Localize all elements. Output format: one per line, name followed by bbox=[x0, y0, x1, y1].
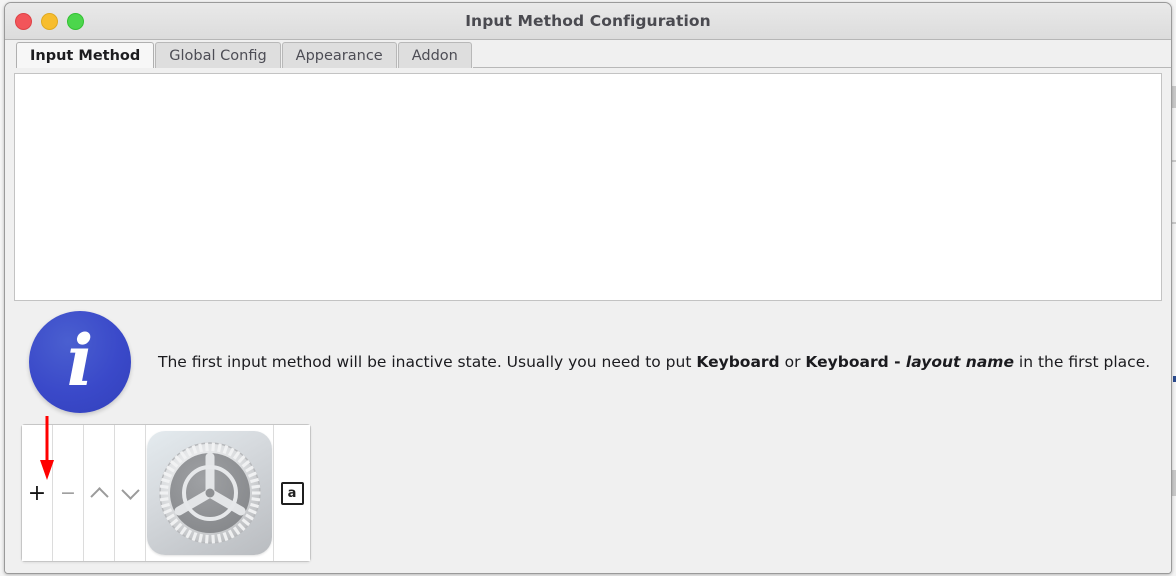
tab-addon[interactable]: Addon bbox=[397, 42, 472, 68]
title-bar[interactable]: Input Method Configuration bbox=[5, 3, 1171, 40]
toolbar-wrapper: + − a bbox=[15, 416, 1165, 564]
configure-button[interactable] bbox=[146, 425, 274, 561]
hint-text-part3: in the first place. bbox=[1013, 353, 1151, 372]
hint-text-part2: or bbox=[779, 353, 806, 372]
info-icon: i bbox=[26, 309, 134, 417]
input-method-list-empty bbox=[15, 74, 1161, 300]
letter-a-icon: a bbox=[280, 481, 304, 505]
remove-button[interactable]: − bbox=[53, 425, 84, 561]
info-icon-glyph: i bbox=[66, 318, 94, 402]
add-button[interactable]: + bbox=[22, 425, 53, 561]
application-window: Input Method Configuration Input Method … bbox=[4, 2, 1172, 574]
tab-input-method[interactable]: Input Method bbox=[16, 42, 155, 68]
tab-global-config[interactable]: Global Config bbox=[155, 42, 281, 68]
hint-keyword-keyboard-layout: Keyboard - bbox=[805, 353, 906, 372]
hint-text-part1: The first input method will be inactive … bbox=[158, 353, 697, 372]
minus-icon: − bbox=[60, 482, 76, 504]
tab-content-input-method: i The first input method will be inactiv… bbox=[5, 68, 1171, 573]
hint-text: The first input method will be inactive … bbox=[158, 353, 1150, 372]
gear-icon-glyph bbox=[158, 442, 261, 544]
chevron-up-icon bbox=[89, 486, 109, 506]
tab-appearance[interactable]: Appearance bbox=[281, 42, 397, 68]
chevron-down-icon bbox=[120, 480, 140, 500]
move-down-button[interactable] bbox=[115, 425, 146, 561]
keyboard-layout-button[interactable]: a bbox=[274, 425, 310, 561]
tab-strip: Input Method Global Config Appearance Ad… bbox=[16, 40, 1171, 68]
move-up-button[interactable] bbox=[84, 425, 115, 561]
hint-row: i The first input method will be inactiv… bbox=[11, 301, 1165, 424]
window-title: Input Method Configuration bbox=[465, 12, 711, 30]
hint-keyword-layout-name: layout name bbox=[905, 353, 1014, 372]
input-method-toolbar: + − a bbox=[21, 424, 311, 562]
gear-icon bbox=[147, 431, 272, 555]
tab-filler bbox=[472, 42, 1171, 68]
tab-bar: Input Method Global Config Appearance Ad… bbox=[5, 40, 1171, 68]
input-method-list[interactable] bbox=[14, 73, 1162, 301]
hint-keyword-keyboard: Keyboard bbox=[696, 353, 780, 372]
plus-icon: + bbox=[27, 480, 47, 506]
